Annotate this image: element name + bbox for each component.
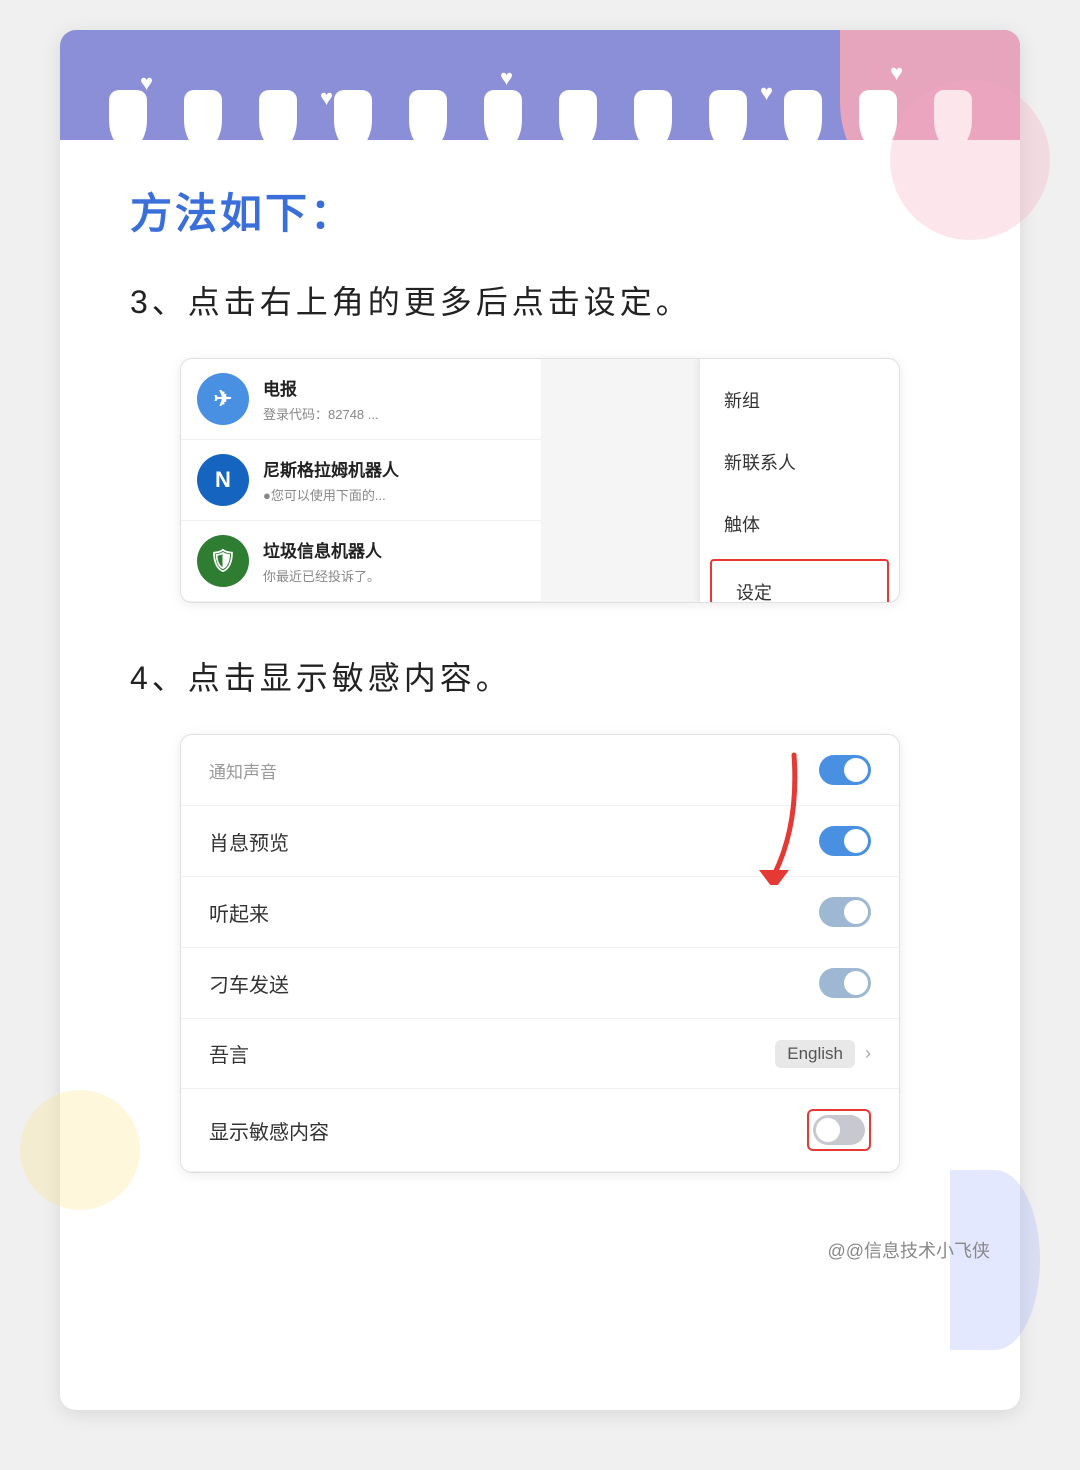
chat-sub-2: ●您可以使用下面的... xyxy=(263,485,525,504)
toggle-tingqilai[interactable]: .toggle-half::after{left:auto;right:3px;… xyxy=(819,897,871,927)
settings-label-migan: 显示敏感内容 xyxy=(209,1116,329,1145)
spiral-11 xyxy=(859,90,897,140)
lang-row: English › xyxy=(775,1040,871,1068)
context-menu: 新组 新联系人 触体 设定 ▲ xyxy=(699,359,899,602)
settings-label-xiaoxi: 肖息预览 xyxy=(209,827,289,856)
chat-list: ✈ 电报 登录代码：82748 ... N 尼斯格拉姆机器人 ●您可以使用下面的… xyxy=(181,359,541,602)
spiral-5 xyxy=(409,90,447,140)
chat-sub-3: 你最近已经投诉了。 xyxy=(263,566,525,585)
settings-item-language: 吾言 English › xyxy=(181,1019,899,1089)
chat-info-3: 垃圾信息机器人 你最近已经投诉了。 xyxy=(263,537,525,585)
step4-label: 4、点击显示敏感内容。 xyxy=(130,653,950,704)
settings-label-language: 吾言 xyxy=(209,1039,249,1068)
menu-item-xin-zu[interactable]: 新组 xyxy=(700,369,899,431)
spiral-3 xyxy=(259,90,297,140)
notebook: ♥ ♥ ♥ ♥ ♥ 方法如下： 3、点击右上角的更多后点击设定。 xyxy=(60,30,1020,1410)
chat-item-2: N 尼斯格拉姆机器人 ●您可以使用下面的... xyxy=(181,440,541,521)
avatar-2: N xyxy=(197,454,249,506)
chevron-right-icon: › xyxy=(865,1043,871,1064)
spiral-9 xyxy=(709,90,747,140)
spiral-row xyxy=(60,30,1020,140)
chat-name-1: 电报 xyxy=(263,375,525,400)
avatar-3: 🛡 xyxy=(197,535,249,587)
toggle-migan[interactable] xyxy=(813,1115,865,1145)
toggle-tongzhi[interactable] xyxy=(819,755,871,785)
screenshot-step3: ✈ 电报 登录代码：82748 ... N 尼斯格拉姆机器人 ●您可以使用下面的… xyxy=(180,358,900,603)
spiral-4 xyxy=(334,90,372,140)
red-arrow-svg xyxy=(739,745,809,885)
notebook-content: 方法如下： 3、点击右上角的更多后点击设定。 ✈ 电报 登录代码：82748 .… xyxy=(60,140,1020,1283)
menu-item-xin-lian[interactable]: 新联系人 xyxy=(700,431,899,493)
chat-name-3: 垃圾信息机器人 xyxy=(263,537,525,562)
spiral-8 xyxy=(634,90,672,140)
notebook-top: ♥ ♥ ♥ ♥ ♥ xyxy=(60,30,1020,140)
chat-sub-1: 登录代码：82748 ... xyxy=(263,404,525,423)
page-title: 方法如下： xyxy=(130,180,950,241)
settings-label-diasong: 刁车发送 xyxy=(209,969,289,998)
toggle-migan-wrapper xyxy=(807,1109,871,1151)
spiral-2 xyxy=(184,90,222,140)
chat-item-3: 🛡 垃圾信息机器人 你最近已经投诉了。 xyxy=(181,521,541,602)
red-arrow-container xyxy=(739,745,809,890)
spiral-6 xyxy=(484,90,522,140)
watermark: @@信息技术小飞侠 xyxy=(827,1237,990,1263)
settings-box: 通知声音 肖息预览 听起来 .toggle-half::after{left:a… xyxy=(180,734,900,1173)
chat-info-1: 电报 登录代码：82748 ... xyxy=(263,375,525,423)
settings-label-tongzhi: 通知声音 xyxy=(209,758,277,783)
menu-item-she-ding[interactable]: 设定 ▲ xyxy=(710,559,889,603)
spiral-1 xyxy=(109,90,147,140)
menu-item-chu-ti[interactable]: 触体 xyxy=(700,493,899,555)
step3-label: 3、点击右上角的更多后点击设定。 xyxy=(130,277,950,328)
chat-item-1: ✈ 电报 登录代码：82748 ... xyxy=(181,359,541,440)
toggle-diasong[interactable] xyxy=(819,968,871,998)
spiral-7 xyxy=(559,90,597,140)
chat-info-2: 尼斯格拉姆机器人 ●您可以使用下面的... xyxy=(263,456,525,504)
settings-label-tingqilai: 听起来 xyxy=(209,898,269,927)
settings-item-migan: 显示敏感内容 xyxy=(181,1089,899,1172)
settings-item-diasong: 刁车发送 xyxy=(181,948,899,1019)
chat-name-2: 尼斯格拉姆机器人 xyxy=(263,456,525,481)
avatar-1: ✈ xyxy=(197,373,249,425)
lang-badge: English xyxy=(775,1040,855,1068)
toggle-xiaoxi[interactable] xyxy=(819,826,871,856)
spiral-10 xyxy=(784,90,822,140)
